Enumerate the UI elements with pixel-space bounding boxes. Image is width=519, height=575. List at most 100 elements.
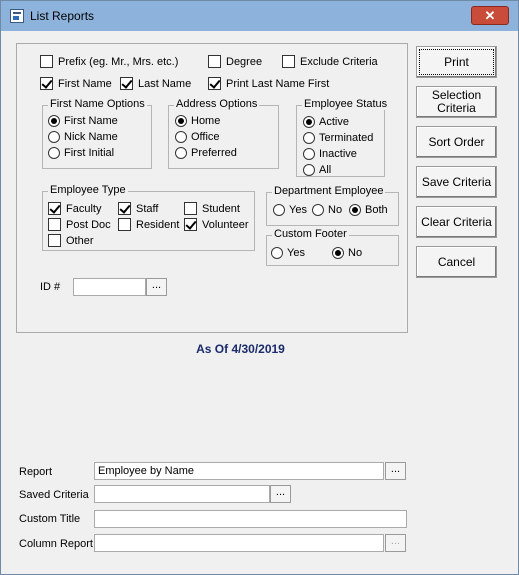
employee-status-legend: Employee Status xyxy=(302,98,390,110)
last-name-checkbox-box[interactable] xyxy=(120,77,133,90)
id-label: ID # xyxy=(40,281,61,293)
dept-no-radio[interactable] xyxy=(312,204,324,216)
column-report-input[interactable] xyxy=(94,534,384,552)
dept-no-label: No xyxy=(328,204,343,216)
dept-yes-radio[interactable] xyxy=(273,204,285,216)
footer-yes-radio[interactable] xyxy=(271,247,283,259)
degree-checkbox[interactable]: Degree xyxy=(208,55,262,68)
volunteer-label: Volunteer xyxy=(202,218,249,231)
active-radio[interactable] xyxy=(303,116,315,128)
footer-yes-label: Yes xyxy=(287,247,305,259)
report-browse-button[interactable]: ... xyxy=(385,462,406,480)
footer-no-label: No xyxy=(348,247,363,259)
first-name-option-first-initial[interactable]: First Initial xyxy=(48,147,114,159)
type-volunteer-checkbox[interactable]: Volunteer xyxy=(184,218,248,231)
post-doc-label: Post Doc xyxy=(66,218,111,231)
prefix-checkbox-box[interactable] xyxy=(40,55,53,68)
department-employee-both[interactable]: Both xyxy=(349,204,388,216)
last-name-checkbox[interactable]: Last Name xyxy=(120,77,191,90)
resident-label: Resident xyxy=(136,218,180,231)
address-option-home[interactable]: Home xyxy=(175,115,220,127)
department-employee-no[interactable]: No xyxy=(312,204,342,216)
first-name-radio[interactable] xyxy=(48,115,60,127)
custom-title-input[interactable] xyxy=(94,510,407,528)
title-bar[interactable]: List Reports ✕ xyxy=(1,1,518,31)
type-student-checkbox[interactable]: Student xyxy=(184,202,240,215)
student-checkbox-box[interactable] xyxy=(184,202,197,215)
report-label: Report xyxy=(19,466,53,478)
first-name-options-legend: First Name Options xyxy=(48,98,147,110)
print-button[interactable]: Print xyxy=(416,46,497,78)
employee-status-all[interactable]: All xyxy=(303,164,331,176)
degree-checkbox-box[interactable] xyxy=(208,55,221,68)
exclude-criteria-checkbox[interactable]: Exclude Criteria xyxy=(282,55,378,68)
clear-criteria-button[interactable]: Clear Criteria xyxy=(416,206,497,238)
custom-footer-no[interactable]: No xyxy=(332,247,362,259)
volunteer-checkbox-box[interactable] xyxy=(184,218,197,231)
type-other-checkbox[interactable]: Other xyxy=(48,234,94,247)
type-staff-checkbox[interactable]: Staff xyxy=(118,202,158,215)
list-reports-window: List Reports ✕ Prefix (eg. Mr., Mrs. etc… xyxy=(0,0,519,575)
as-of-date: As Of 4/30/2019 xyxy=(196,342,285,356)
staff-checkbox-box[interactable] xyxy=(118,202,131,215)
employee-type-legend: Employee Type xyxy=(48,184,128,196)
saved-criteria-input[interactable] xyxy=(94,485,270,503)
custom-footer-yes[interactable]: Yes xyxy=(271,247,305,259)
degree-label: Degree xyxy=(226,55,263,68)
first-name-checkbox[interactable]: First Name xyxy=(40,77,112,90)
cancel-button[interactable]: Cancel xyxy=(416,246,497,278)
first-name-option-first-name[interactable]: First Name xyxy=(48,115,118,127)
office-radio[interactable] xyxy=(175,131,187,143)
dept-both-label: Both xyxy=(365,204,388,216)
faculty-checkbox-box[interactable] xyxy=(48,202,61,215)
employee-status-terminated[interactable]: Terminated xyxy=(303,132,373,144)
id-input[interactable] xyxy=(73,278,146,296)
first-initial-radio[interactable] xyxy=(48,147,60,159)
employee-status-active[interactable]: Active xyxy=(303,116,349,128)
address-option-office[interactable]: Office xyxy=(175,131,220,143)
first-name-checkbox-box[interactable] xyxy=(40,77,53,90)
footer-no-radio[interactable] xyxy=(332,247,344,259)
print-last-name-first-checkbox-box[interactable] xyxy=(208,77,221,90)
save-criteria-button[interactable]: Save Criteria xyxy=(416,166,497,198)
exclude-criteria-label: Exclude Criteria xyxy=(300,55,378,68)
type-faculty-checkbox[interactable]: Faculty xyxy=(48,202,101,215)
saved-criteria-browse-button[interactable]: ... xyxy=(270,485,291,503)
app-icon xyxy=(10,9,24,23)
dept-yes-label: Yes xyxy=(289,204,307,216)
exclude-criteria-checkbox-box[interactable] xyxy=(282,55,295,68)
nick-name-option-label: Nick Name xyxy=(64,131,118,143)
first-initial-option-label: First Initial xyxy=(64,147,115,159)
report-input[interactable]: Employee by Name xyxy=(94,462,384,480)
resident-checkbox-box[interactable] xyxy=(118,218,131,231)
first-name-option-nick-name[interactable]: Nick Name xyxy=(48,131,118,143)
terminated-radio[interactable] xyxy=(303,132,315,144)
type-post-doc-checkbox[interactable]: Post Doc xyxy=(48,218,111,231)
selection-criteria-button[interactable]: Selection Criteria xyxy=(416,86,497,118)
prefix-checkbox[interactable]: Prefix (eg. Mr., Mrs. etc.) xyxy=(40,55,178,68)
post-doc-checkbox-box[interactable] xyxy=(48,218,61,231)
close-button[interactable]: ✕ xyxy=(471,6,509,25)
preferred-radio[interactable] xyxy=(175,147,187,159)
print-last-name-first-checkbox[interactable]: Print Last Name First xyxy=(208,77,329,90)
employee-status-inactive[interactable]: Inactive xyxy=(303,148,357,160)
office-option-label: Office xyxy=(191,131,220,143)
id-browse-button[interactable]: ... xyxy=(146,278,167,296)
home-radio[interactable] xyxy=(175,115,187,127)
first-name-option-label: First Name xyxy=(64,115,118,127)
saved-criteria-label: Saved Criteria xyxy=(19,489,89,501)
department-employee-yes[interactable]: Yes xyxy=(273,204,307,216)
all-radio[interactable] xyxy=(303,164,315,176)
active-option-label: Active xyxy=(319,116,349,128)
inactive-radio[interactable] xyxy=(303,148,315,160)
other-label: Other xyxy=(66,234,94,247)
dept-both-radio[interactable] xyxy=(349,204,361,216)
address-option-preferred[interactable]: Preferred xyxy=(175,147,237,159)
staff-label: Staff xyxy=(136,202,159,215)
sort-order-button[interactable]: Sort Order xyxy=(416,126,497,158)
terminated-option-label: Terminated xyxy=(319,132,374,144)
nick-name-radio[interactable] xyxy=(48,131,60,143)
type-resident-checkbox[interactable]: Resident xyxy=(118,218,179,231)
column-report-browse-button[interactable]: ... xyxy=(385,534,406,552)
other-checkbox-box[interactable] xyxy=(48,234,61,247)
